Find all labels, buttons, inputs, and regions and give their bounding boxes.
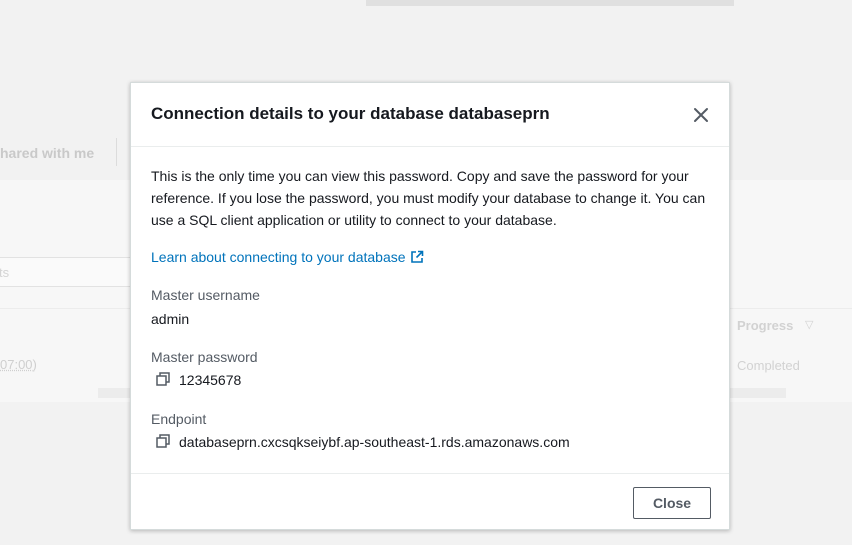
master-username-label: Master username xyxy=(151,287,260,303)
endpoint-label: Endpoint xyxy=(151,411,207,427)
modal-header: Connection details to your database data… xyxy=(131,83,729,147)
endpoint-value: databaseprn.cxcsqkseiybf.ap-southeast-1.… xyxy=(179,434,570,450)
background-cell-progress: Completed xyxy=(737,358,800,373)
modal-title: Connection details to your database data… xyxy=(151,104,550,123)
master-password-value: 12345678 xyxy=(179,372,242,388)
sort-down-icon: ▽ xyxy=(805,319,814,331)
master-password-row: 12345678 xyxy=(151,371,241,391)
background-column-progress: Progress xyxy=(737,318,794,333)
page: hared with me ts 07:00) Progress ▽ Compl… xyxy=(0,0,852,545)
modal-body: This is the only time you can view this … xyxy=(151,165,711,450)
background-tab-shared-with-me: hared with me xyxy=(0,145,95,161)
master-username-value: admin xyxy=(151,311,190,327)
background-tab-divider xyxy=(116,138,117,166)
copy-icon[interactable] xyxy=(155,433,173,451)
background-search-input: ts xyxy=(0,257,140,287)
learn-connecting-link[interactable]: Learn about connecting to your database xyxy=(151,249,424,267)
background-cell-time: 07:00) xyxy=(0,357,37,372)
external-link-icon xyxy=(410,250,424,267)
intro-text: This is the only time you can view this … xyxy=(151,168,706,228)
learn-connecting-link-label: Learn about connecting to your database xyxy=(151,249,406,265)
close-icon[interactable] xyxy=(689,103,713,127)
master-password-label: Master password xyxy=(151,349,258,365)
copy-icon[interactable] xyxy=(155,371,173,389)
connection-details-modal: Connection details to your database data… xyxy=(130,82,730,530)
modal-footer: Close xyxy=(131,473,729,529)
background-top-bar xyxy=(366,0,734,6)
close-button[interactable]: Close xyxy=(633,487,711,519)
endpoint-row: databaseprn.cxcsqkseiybf.ap-southeast-1.… xyxy=(151,433,570,453)
